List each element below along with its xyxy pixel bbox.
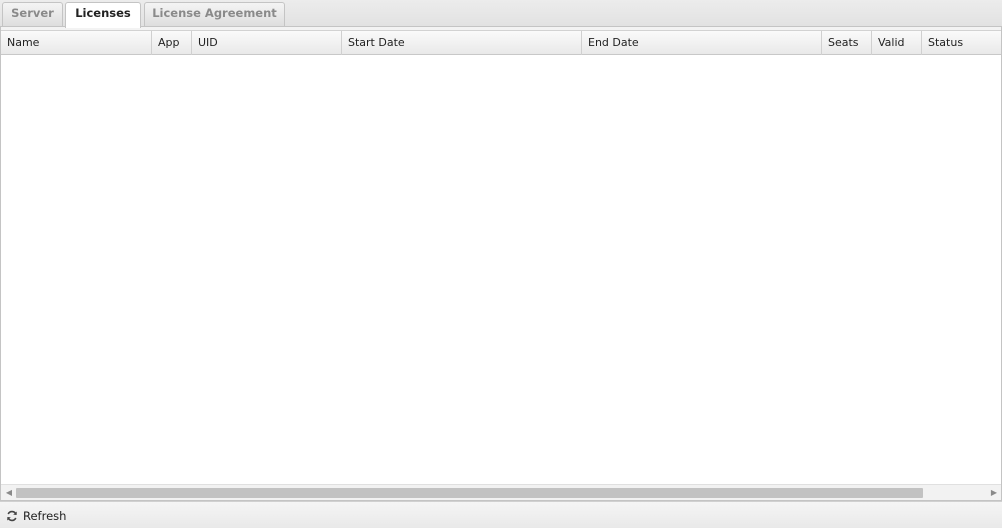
column-header-seats[interactable]: Seats (822, 31, 872, 55)
column-header-app[interactable]: App (152, 31, 192, 55)
column-header-end-date[interactable]: End Date (582, 31, 822, 55)
column-header-uid[interactable]: UID (192, 31, 342, 55)
column-header-valid[interactable]: Valid (872, 31, 922, 55)
tab-licenses[interactable]: Licenses (65, 2, 141, 28)
column-header-start-date[interactable]: Start Date (342, 31, 582, 55)
tab-bar: Server Licenses License Agreement (0, 0, 1002, 28)
refresh-icon (7, 510, 17, 521)
scrollbar-thumb[interactable] (16, 488, 923, 498)
licenses-panel: Name App UID Start Date End Date Seats V… (0, 27, 1002, 501)
scroll-right-arrow-icon[interactable]: ▶ (989, 488, 999, 498)
column-header-status[interactable]: Status (922, 31, 1001, 55)
horizontal-scrollbar[interactable]: ◀ ▶ (1, 484, 1001, 500)
table-body[interactable] (1, 56, 1001, 482)
column-header-name[interactable]: Name (1, 31, 152, 55)
refresh-button[interactable]: Refresh (4, 506, 70, 525)
tab-license-agreement[interactable]: License Agreement (144, 2, 285, 26)
scroll-left-arrow-icon[interactable]: ◀ (4, 488, 14, 498)
table-header: Name App UID Start Date End Date Seats V… (1, 31, 1001, 55)
tab-server[interactable]: Server (2, 2, 63, 26)
refresh-label: Refresh (23, 508, 67, 523)
bottom-toolbar: Refresh (0, 501, 1002, 528)
